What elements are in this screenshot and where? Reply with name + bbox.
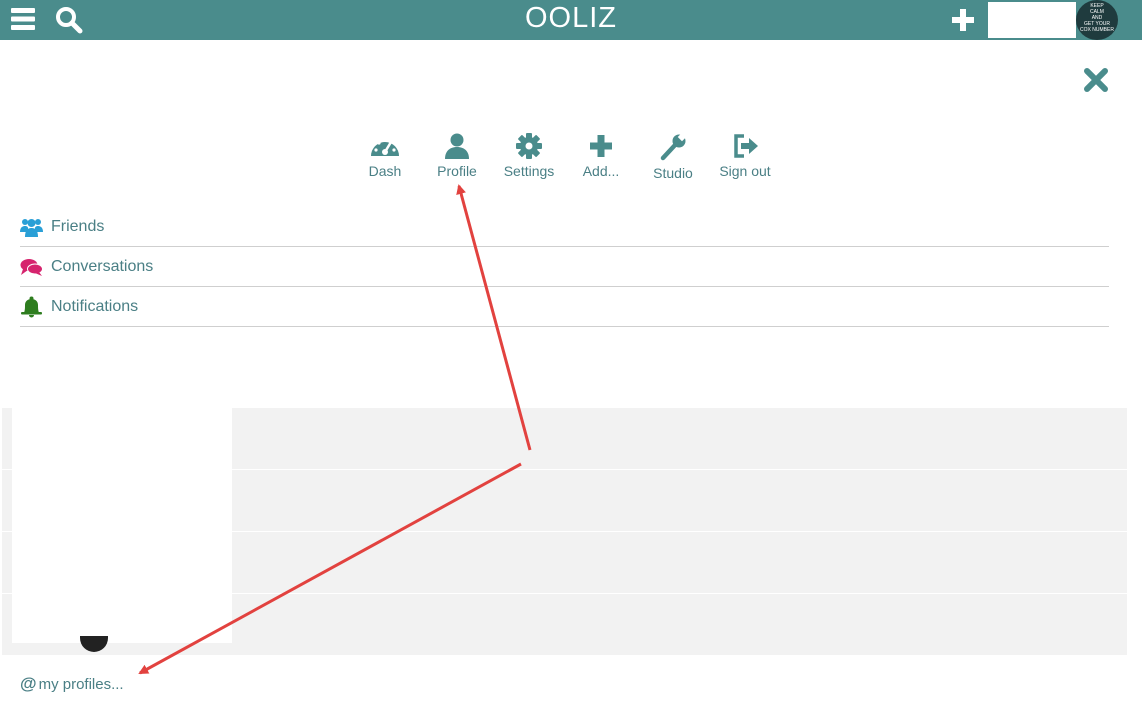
- add-icon[interactable]: [950, 7, 976, 33]
- add-button[interactable]: Add...: [561, 130, 641, 179]
- hamburger-menu-icon[interactable]: [11, 8, 35, 30]
- menu-item-notifications[interactable]: Notifications: [20, 287, 1109, 327]
- menu-item-friends[interactable]: Friends: [20, 207, 1109, 247]
- quick-nav: Dash Profile Settings Add... Studio Sign…: [0, 130, 1142, 190]
- profile-label: Profile: [437, 163, 477, 179]
- at-icon: @: [20, 674, 37, 693]
- dash-button[interactable]: Dash: [345, 130, 425, 179]
- settings-label: Settings: [503, 163, 555, 179]
- profile-feed: [2, 408, 1127, 656]
- settings-button[interactable]: Settings: [489, 130, 569, 179]
- avatar[interactable]: KEEP CALM AND GET YOUR COX NUMBER: [1076, 0, 1118, 40]
- user-icon: [445, 133, 469, 159]
- dash-label: Dash: [368, 163, 402, 179]
- search-icon[interactable]: [55, 6, 83, 34]
- studio-button[interactable]: Studio: [633, 130, 713, 181]
- sign-out-label: Sign out: [719, 163, 771, 179]
- plus-icon: [590, 135, 612, 157]
- wrench-icon: [660, 132, 687, 161]
- close-icon[interactable]: [1083, 67, 1109, 93]
- top-bar: OOLIZ KEEP CALM AND GET YOUR COX NUMBER: [0, 0, 1142, 40]
- friends-label: Friends: [51, 217, 105, 235]
- add-label: Add...: [582, 163, 620, 179]
- menu-item-conversations[interactable]: Conversations: [20, 247, 1109, 287]
- profile-button[interactable]: Profile: [417, 130, 497, 179]
- avatar-text-line: COX NUMBER: [1080, 27, 1114, 33]
- dashboard-icon: [371, 138, 399, 156]
- my-profiles-label: my profiles...: [38, 676, 124, 693]
- sign-out-icon: [734, 134, 758, 158]
- users-icon: [20, 218, 43, 237]
- comments-icon: [20, 258, 43, 276]
- notifications-label: Notifications: [51, 297, 139, 315]
- studio-label: Studio: [653, 165, 693, 181]
- side-menu: Friends Conversations Notifications: [20, 207, 1109, 327]
- user-name-box[interactable]: [988, 2, 1076, 38]
- conversations-label: Conversations: [51, 257, 154, 275]
- sign-out-button[interactable]: Sign out: [705, 130, 785, 179]
- my-profiles-link[interactable]: @ my profiles...: [20, 674, 124, 694]
- gear-icon: [516, 133, 542, 159]
- redacted-area: [12, 408, 232, 643]
- bell-icon: [21, 296, 42, 317]
